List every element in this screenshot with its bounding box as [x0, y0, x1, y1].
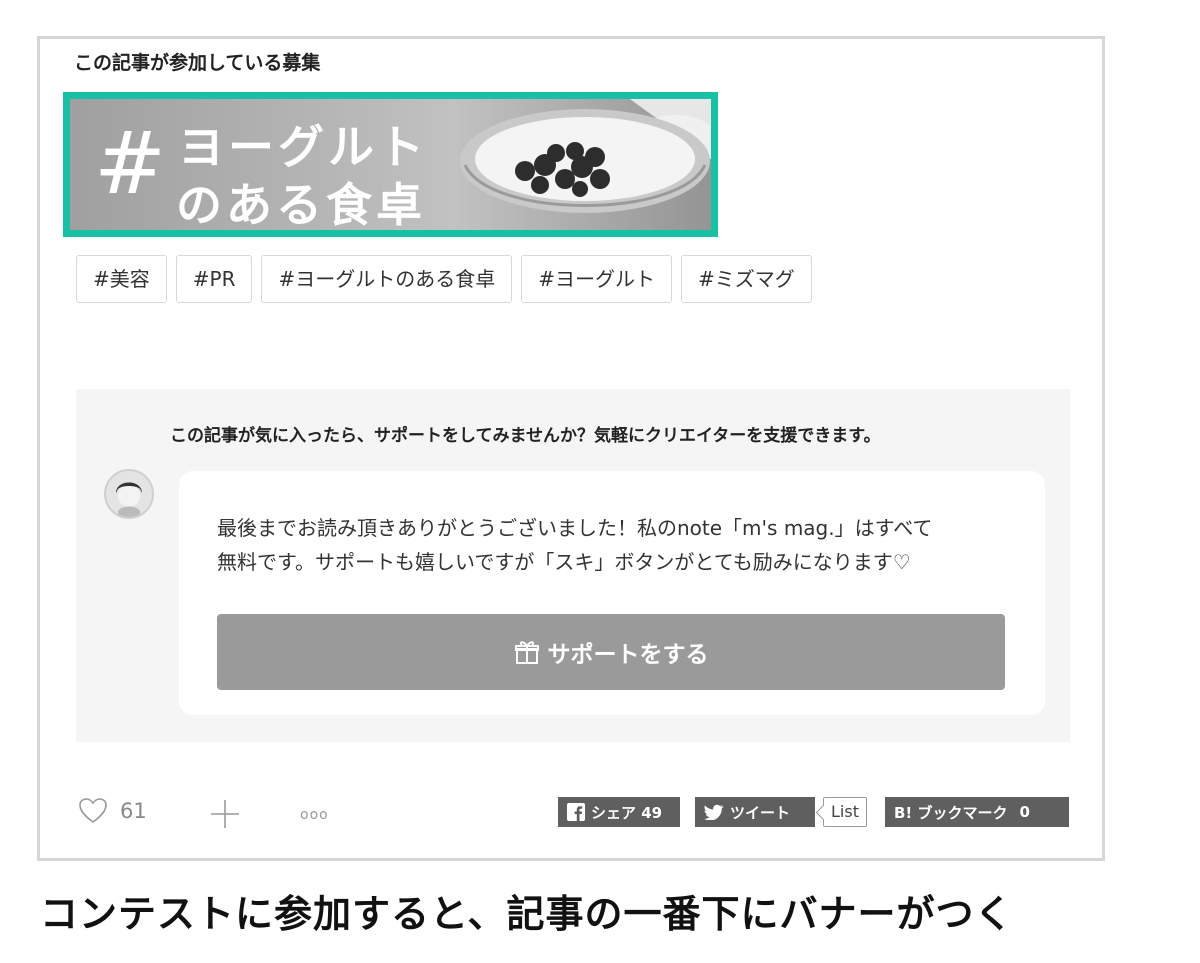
banner-title-line2: のある食卓 [176, 178, 426, 232]
tag-list: #美容 #PR #ヨーグルトのある食卓 #ヨーグルト #ミズマグ [76, 255, 812, 303]
banner-title-line1: ヨーグルト [178, 120, 428, 174]
plus-icon [211, 800, 239, 828]
hatena-bookmark-button[interactable]: B! ブックマーク 0 [885, 797, 1069, 827]
support-card: 最後までお読み頂きありがとうございました！私のnote「m's mag.」はすべ… [179, 471, 1045, 715]
figure-caption: コンテストに参加すると、記事の一番下にバナーがつく [40, 892, 1014, 936]
more-options-button[interactable]: ooo [300, 807, 329, 823]
twitter-icon [704, 804, 724, 820]
like-button[interactable]: 61 [78, 797, 147, 825]
action-bar: 61 ooo シェア 49 ツイート List B! ブックマーク 0 [78, 797, 1070, 833]
add-to-magazine-button[interactable] [208, 797, 242, 835]
tag-yogurt-table[interactable]: #ヨーグルトのある食卓 [261, 255, 513, 303]
contest-banner[interactable]: # ヨーグルト のある食卓 [63, 92, 718, 237]
support-message-line2: 無料です。サポートも嬉しいですが「スキ」ボタンがとても励みになります♡ [217, 550, 911, 574]
banner-hash: # [94, 114, 167, 214]
like-count: 61 [120, 799, 147, 823]
hatena-bookmark-label: B! ブックマーク [894, 803, 1008, 822]
support-section: この記事が気に入ったら、サポートをしてみませんか？気軽にクリエイターを支援できま… [76, 389, 1070, 742]
avatar[interactable] [104, 469, 154, 519]
facebook-share-label: シェア 49 [591, 803, 663, 822]
heart-icon [79, 798, 107, 823]
support-message-line1: 最後までお読み頂きありがとうございました！私のnote「m's mag.」はすべ… [217, 516, 933, 540]
support-prompt: この記事が気に入ったら、サポートをしてみませんか？気軽にクリエイターを支援できま… [170, 426, 881, 446]
twitter-list-badge[interactable]: List [823, 797, 867, 827]
tweet-label: ツイート [730, 803, 791, 822]
support-button[interactable]: サポートをする [217, 614, 1005, 690]
facebook-icon [567, 803, 585, 821]
tweet-button[interactable]: ツイート [695, 797, 815, 827]
contest-heading: この記事が参加している募集 [74, 52, 321, 74]
tag-beauty[interactable]: #美容 [76, 255, 167, 303]
facebook-share-button[interactable]: シェア 49 [558, 797, 680, 827]
support-message: 最後までお読み頂きありがとうございました！私のnote「m's mag.」はすべ… [217, 511, 1017, 579]
avatar-portrait-icon [116, 482, 142, 517]
gift-icon [514, 641, 539, 664]
support-button-label: サポートをする [547, 642, 709, 668]
tag-yogurt[interactable]: #ヨーグルト [521, 255, 673, 303]
tag-mizumag[interactable]: #ミズマグ [681, 255, 812, 303]
hatena-bookmark-count: 0 [1019, 803, 1030, 821]
tag-pr[interactable]: #PR [175, 255, 253, 303]
